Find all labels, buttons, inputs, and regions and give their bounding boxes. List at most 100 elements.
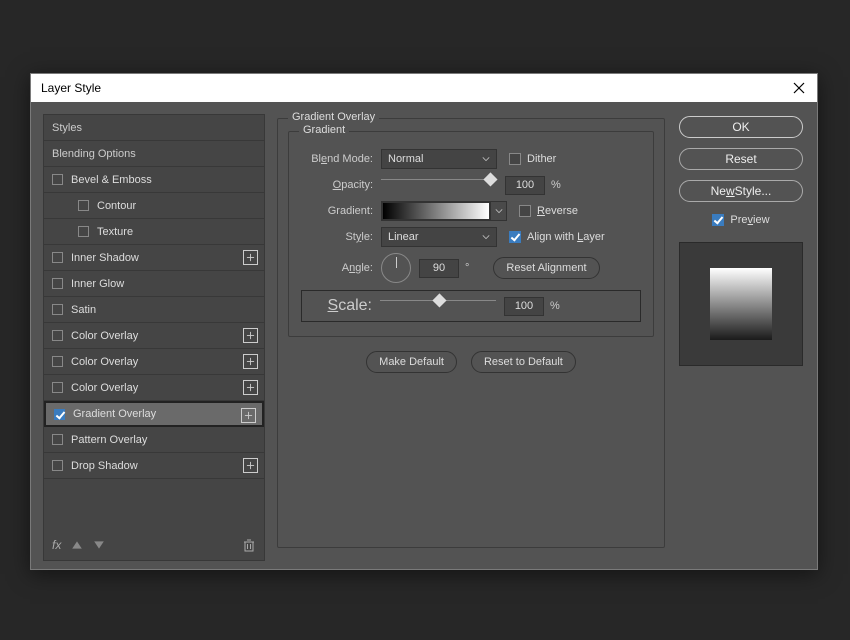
style-checkbox[interactable] xyxy=(78,226,89,237)
scale-slider[interactable] xyxy=(380,300,496,318)
scale-unit: % xyxy=(550,300,560,312)
styles-header[interactable]: Styles xyxy=(44,115,264,141)
make-default-button[interactable]: Make Default xyxy=(366,351,457,373)
reverse-checkbox-row[interactable]: Reverse xyxy=(519,205,578,217)
chevron-down-icon xyxy=(495,207,503,215)
align-label: Align with Layer xyxy=(527,231,605,243)
titlebar: Layer Style xyxy=(31,74,817,102)
add-effect-button[interactable] xyxy=(241,408,256,423)
style-item-bevel-emboss[interactable]: Bevel & Emboss xyxy=(44,167,264,193)
angle-label: Angle: xyxy=(301,262,381,274)
gradient-dropdown-button[interactable] xyxy=(490,202,506,220)
blend-mode-label: Blend Mode: xyxy=(301,153,381,165)
move-up-icon[interactable] xyxy=(71,539,83,551)
chevron-down-icon xyxy=(482,155,490,163)
style-label: Pattern Overlay xyxy=(71,434,147,446)
style-dropdown[interactable]: Linear xyxy=(381,227,497,247)
style-label: Color Overlay xyxy=(71,356,138,368)
right-panel: OK Reset New Style... Preview xyxy=(677,114,805,561)
scale-label: Scale: xyxy=(306,297,380,315)
style-checkbox[interactable] xyxy=(52,382,63,393)
styles-panel: Styles Blending Options Bevel & Emboss C… xyxy=(43,114,265,561)
style-item-color-overlay[interactable]: Color Overlay xyxy=(44,349,264,375)
angle-value[interactable]: 90 xyxy=(419,259,459,278)
style-item-pattern-overlay[interactable]: Pattern Overlay xyxy=(44,427,264,453)
plus-icon xyxy=(244,411,253,420)
dither-checkbox-row[interactable]: Dither xyxy=(509,153,556,165)
reset-default-button[interactable]: Reset to Default xyxy=(471,351,576,373)
panel-title: Gradient Overlay xyxy=(288,111,379,123)
style-label: Color Overlay xyxy=(71,330,138,342)
reverse-label: Reverse xyxy=(537,205,578,217)
reset-alignment-button[interactable]: Reset Alignment xyxy=(493,257,599,279)
style-checkbox[interactable] xyxy=(52,304,63,315)
style-label: Inner Glow xyxy=(71,278,124,290)
opacity-label: Opacity: xyxy=(301,179,381,191)
blending-options-row[interactable]: Blending Options xyxy=(44,141,264,167)
opacity-slider[interactable] xyxy=(381,179,497,197)
add-effect-button[interactable] xyxy=(243,328,258,343)
chevron-down-icon xyxy=(482,233,490,241)
plus-icon xyxy=(246,253,255,262)
style-checkbox[interactable] xyxy=(52,252,63,263)
blend-mode-dropdown[interactable]: Normal xyxy=(381,149,497,169)
style-label: Bevel & Emboss xyxy=(71,174,152,186)
reverse-checkbox[interactable] xyxy=(519,205,531,217)
style-checkbox[interactable] xyxy=(52,330,63,341)
opacity-unit: % xyxy=(551,179,561,191)
style-label-field: Style: xyxy=(301,231,381,243)
preview-box xyxy=(679,242,803,366)
plus-icon xyxy=(246,383,255,392)
style-item-contour[interactable]: Contour xyxy=(44,193,264,219)
style-item-texture[interactable]: Texture xyxy=(44,219,264,245)
plus-icon xyxy=(246,357,255,366)
new-style-button[interactable]: New Style... xyxy=(679,180,803,202)
preview-checkbox[interactable] xyxy=(712,214,724,226)
gradient-picker[interactable] xyxy=(381,201,507,221)
dither-checkbox[interactable] xyxy=(509,153,521,165)
plus-icon xyxy=(246,461,255,470)
angle-dial[interactable] xyxy=(381,253,411,283)
style-item-gradient-overlay[interactable]: Gradient Overlay xyxy=(44,401,264,427)
trash-icon[interactable] xyxy=(242,538,256,552)
style-item-inner-glow[interactable]: Inner Glow xyxy=(44,271,264,297)
style-item-satin[interactable]: Satin xyxy=(44,297,264,323)
gradient-label: Gradient: xyxy=(301,205,381,217)
layer-style-dialog: Layer Style Styles Blending Options Beve… xyxy=(30,73,818,570)
add-effect-button[interactable] xyxy=(243,458,258,473)
style-checkbox[interactable] xyxy=(52,356,63,367)
blend-mode-value: Normal xyxy=(388,153,423,165)
scale-value[interactable]: 100 xyxy=(504,297,544,316)
align-checkbox-row[interactable]: Align with Layer xyxy=(509,231,605,243)
preview-swatch xyxy=(710,268,772,340)
style-item-inner-shadow[interactable]: Inner Shadow xyxy=(44,245,264,271)
add-effect-button[interactable] xyxy=(243,250,258,265)
style-label: Texture xyxy=(97,226,133,238)
style-checkbox[interactable] xyxy=(52,434,63,445)
style-checkbox[interactable] xyxy=(52,174,63,185)
plus-icon xyxy=(246,331,255,340)
group-title: Gradient xyxy=(299,124,349,136)
reset-button[interactable]: Reset xyxy=(679,148,803,170)
fx-menu-button[interactable]: fx xyxy=(52,538,61,552)
angle-unit: ° xyxy=(465,262,469,274)
close-button[interactable] xyxy=(791,80,807,96)
style-label: Satin xyxy=(71,304,96,316)
gradient-swatch[interactable] xyxy=(382,202,490,220)
add-effect-button[interactable] xyxy=(243,380,258,395)
preview-checkbox-row[interactable]: Preview xyxy=(712,214,769,226)
style-checkbox[interactable] xyxy=(52,278,63,289)
move-down-icon[interactable] xyxy=(93,539,105,551)
style-checkbox[interactable] xyxy=(52,460,63,471)
dialog-title: Layer Style xyxy=(41,81,101,95)
style-item-color-overlay[interactable]: Color Overlay xyxy=(44,375,264,401)
style-checkbox[interactable] xyxy=(78,200,89,211)
align-checkbox[interactable] xyxy=(509,231,521,243)
style-item-drop-shadow[interactable]: Drop Shadow xyxy=(44,453,264,479)
add-effect-button[interactable] xyxy=(243,354,258,369)
opacity-value[interactable]: 100 xyxy=(505,176,545,195)
style-label: Drop Shadow xyxy=(71,460,138,472)
style-checkbox[interactable] xyxy=(54,409,65,420)
style-item-color-overlay[interactable]: Color Overlay xyxy=(44,323,264,349)
ok-button[interactable]: OK xyxy=(679,116,803,138)
